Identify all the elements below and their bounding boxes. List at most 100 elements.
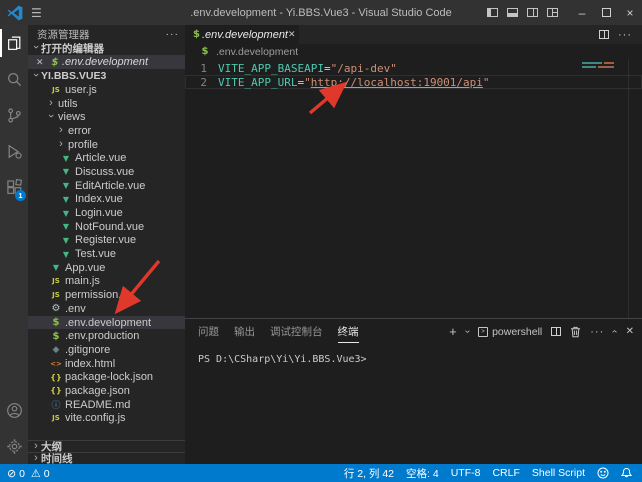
explorer-sidebar: 资源管理器 ··· › 打开的编辑器 ✕ $ .env.development …: [28, 25, 185, 464]
tree-item-readme-md[interactable]: ⓘREADME.md: [28, 398, 185, 412]
maximize-panel-icon[interactable]: ›: [609, 330, 620, 333]
chevron-right-icon: ›: [31, 452, 41, 464]
html-file-icon: <>: [49, 360, 63, 368]
tree-item-profile[interactable]: ›profile: [28, 138, 185, 152]
code-editor[interactable]: 1 VITE_APP_BASEAPI="/api-dev" 2 VITE_APP…: [185, 59, 642, 318]
close-button[interactable]: ×: [618, 0, 642, 25]
tab-close-icon[interactable]: ✕: [288, 29, 296, 40]
tree-item-discuss-vue[interactable]: ▼Discuss.vue: [28, 165, 185, 179]
code-line-1: 1 VITE_APP_BASEAPI="/api-dev": [185, 61, 642, 75]
minimap[interactable]: [582, 62, 626, 70]
chevron-right-icon: ›: [46, 97, 56, 109]
tree-item-index-html[interactable]: <>index.html: [28, 357, 185, 371]
title-bar: ☰ .env.development - Yi.BBS.Vue3 - Visua…: [0, 0, 642, 25]
indentation-item[interactable]: 空格: 4: [406, 466, 439, 481]
error-icon: ⊘: [7, 468, 16, 480]
warning-icon: ⚠: [28, 468, 41, 480]
tree-item-error[interactable]: ›error: [28, 124, 185, 138]
panel-tab-输出[interactable]: 输出: [234, 320, 255, 343]
tree-item-package-lock-json[interactable]: {}package-lock.json: [28, 370, 185, 384]
vue-file-icon: ▼: [49, 263, 63, 272]
feedback-smiley-icon[interactable]: [597, 467, 609, 479]
panel-header: 问题输出调试控制台终端 + › > powershell ··· › ✕: [185, 319, 642, 344]
minimize-button[interactable]: –: [570, 0, 594, 25]
tree-item-login-vue[interactable]: ▼Login.vue: [28, 206, 185, 220]
extensions-badge: 1: [15, 190, 26, 201]
tree-item-main-js[interactable]: JSmain.js: [28, 275, 185, 289]
source-control-icon[interactable]: [0, 97, 28, 133]
open-editors-section[interactable]: › 打开的编辑器: [28, 41, 185, 55]
tree-item--gitignore[interactable]: ◆.gitignore: [28, 343, 185, 357]
info-file-icon: ⓘ: [49, 398, 63, 411]
panel-more-actions-icon[interactable]: ···: [590, 326, 604, 338]
eol-item[interactable]: CRLF: [492, 467, 519, 479]
tree-item-app-vue[interactable]: ▼App.vue: [28, 261, 185, 275]
kill-terminal-trash-icon[interactable]: [570, 326, 581, 338]
explorer-icon[interactable]: [0, 25, 28, 61]
tree-item--env-development[interactable]: $.env.development: [28, 316, 185, 330]
tree-item-register-vue[interactable]: ▼Register.vue: [28, 234, 185, 248]
terminal-dropdown-icon[interactable]: ›: [462, 330, 473, 333]
panel-tab-终端[interactable]: 终端: [338, 320, 359, 343]
timeline-section[interactable]: › 时间线: [28, 452, 185, 464]
tree-item-index-vue[interactable]: ▼Index.vue: [28, 193, 185, 207]
project-root-section[interactable]: › YI.BBS.VUE3: [28, 69, 185, 83]
maximize-button[interactable]: [594, 0, 618, 25]
open-editor-item[interactable]: ✕ $ .env.development: [28, 55, 185, 69]
tree-item-label: profile: [66, 139, 98, 151]
explorer-more-actions-icon[interactable]: ···: [166, 28, 180, 40]
menu-hamburger-icon[interactable]: ☰: [31, 6, 42, 20]
tree-item-permission-js[interactable]: JSpermission.js: [28, 288, 185, 302]
toggle-sidebar-button[interactable]: [482, 0, 502, 25]
breadcrumb[interactable]: $ .env.development: [185, 44, 642, 59]
toggle-secondary-sidebar-button[interactable]: [522, 0, 542, 25]
terminal-output[interactable]: PS D:\CSharp\Yi\Yi.BBS.Vue3>: [185, 344, 642, 464]
settings-gear-icon[interactable]: [0, 428, 28, 464]
close-icon[interactable]: ✕: [36, 57, 48, 68]
split-terminal-icon[interactable]: [551, 327, 561, 336]
new-terminal-icon[interactable]: +: [449, 324, 457, 339]
split-editor-icon[interactable]: [599, 30, 609, 39]
tree-item-vite-config-js[interactable]: JSvite.config.js: [28, 412, 185, 426]
tree-item-views[interactable]: ›views: [28, 110, 185, 124]
env-file-icon: $: [49, 331, 63, 342]
account-icon[interactable]: [0, 392, 28, 428]
tree-item-editarticle-vue[interactable]: ▼EditArticle.vue: [28, 179, 185, 193]
activity-bar: 1: [0, 25, 28, 464]
url-link[interactable]: http://localhost:19001/api: [311, 76, 483, 89]
encoding-item[interactable]: UTF-8: [451, 467, 481, 479]
tree-item-label: user.js: [63, 84, 97, 96]
search-icon[interactable]: [0, 61, 28, 97]
chevron-down-icon: ›: [30, 42, 42, 52]
sidebar-bottom-sections: › 大纲 › 时间线: [28, 440, 185, 464]
extensions-icon[interactable]: 1: [0, 169, 28, 205]
run-debug-icon[interactable]: [0, 133, 28, 169]
tree-item-label: views: [56, 111, 86, 123]
tree-item-utils[interactable]: ›utils: [28, 97, 185, 111]
tree-item-test-vue[interactable]: ▼Test.vue: [28, 247, 185, 261]
toggle-panel-button[interactable]: [502, 0, 522, 25]
terminal-shell-item[interactable]: > powershell: [478, 326, 542, 338]
tree-item-notfound-vue[interactable]: ▼NotFound.vue: [28, 220, 185, 234]
tree-item-user-js[interactable]: JSuser.js: [28, 83, 185, 97]
editor-more-actions-icon[interactable]: ···: [618, 29, 632, 41]
tree-item-label: .env.development: [63, 317, 151, 329]
env-file-icon: $: [198, 46, 212, 57]
errors-warnings-item[interactable]: ⊘ 0 ⚠ 0: [7, 467, 50, 480]
language-mode-item[interactable]: Shell Script: [532, 467, 585, 479]
tree-item-package-json[interactable]: {}package.json: [28, 384, 185, 398]
tab-env-development[interactable]: $ .env.development ✕: [185, 25, 299, 44]
close-panel-icon[interactable]: ✕: [626, 326, 634, 337]
notifications-bell-icon[interactable]: [621, 467, 632, 479]
customize-layout-button[interactable]: [542, 0, 562, 25]
vue-file-icon: ▼: [59, 236, 73, 245]
tree-item--env[interactable]: ⚙.env: [28, 302, 185, 316]
tree-item--env-production[interactable]: $.env.production: [28, 329, 185, 343]
chevron-down-icon: ›: [30, 70, 42, 80]
panel-tab-调试控制台[interactable]: 调试控制台: [270, 320, 323, 343]
panel-tab-问题[interactable]: 问题: [198, 320, 219, 343]
tree-item-article-vue[interactable]: ▼Article.vue: [28, 151, 185, 165]
panel-tabs: 问题输出调试控制台终端: [198, 320, 359, 343]
tree-item-label: NotFound.vue: [73, 221, 144, 233]
cursor-position-item[interactable]: 行 2, 列 42: [344, 466, 394, 481]
